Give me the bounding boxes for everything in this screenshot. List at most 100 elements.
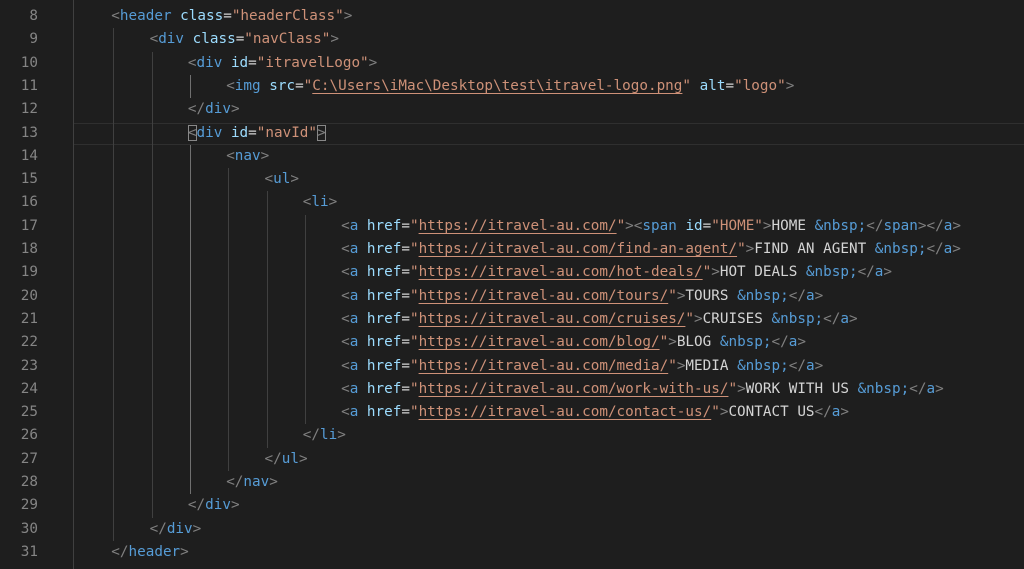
code-token: &nbsp; xyxy=(737,357,789,374)
code-line[interactable]: </li> xyxy=(303,424,346,447)
code-token: a xyxy=(840,310,849,327)
code-token: > xyxy=(737,380,746,397)
code-token: = xyxy=(401,404,410,421)
code-token: = xyxy=(401,287,410,304)
code-line[interactable]: <a href="https://itravel-au.com/tours/">… xyxy=(341,285,823,308)
code-token: " xyxy=(409,380,419,397)
code-token: li xyxy=(311,194,329,211)
code-token: = xyxy=(223,8,232,24)
code-token: </ xyxy=(926,241,944,257)
code-line[interactable]: </ul> xyxy=(265,448,308,471)
code-token: BLOG xyxy=(676,334,720,351)
code-token: " xyxy=(711,404,720,421)
code-token: = xyxy=(401,264,410,281)
code-token: > xyxy=(935,380,944,397)
link-token[interactable]: https://itravel-au.com/cruises/ xyxy=(419,311,686,327)
code-line[interactable]: <a href="https://itravel-au.com/contact-… xyxy=(341,401,849,424)
code-token: > xyxy=(814,357,824,374)
code-token: > xyxy=(180,543,189,560)
code-line[interactable]: <a href="https://itravel-au.com/find-an-… xyxy=(341,238,961,261)
link-token[interactable]: https://itravel-au.com/blog/ xyxy=(419,334,660,350)
code-token: li xyxy=(320,427,338,444)
code-line[interactable]: </div> xyxy=(188,494,240,517)
link-token[interactable]: https://itravel-au.com/work-with-us/ xyxy=(419,381,729,397)
code-line[interactable]: <a href="https://itravel-au.com/work-wit… xyxy=(341,378,944,401)
code-area[interactable]: <header class="headerClass"> <div class="… xyxy=(0,0,1024,569)
code-token: href xyxy=(366,264,402,281)
code-token: = xyxy=(725,77,735,94)
code-token: > xyxy=(290,171,299,188)
code-token: > xyxy=(762,217,772,234)
code-token: = xyxy=(248,124,257,141)
code-token: href xyxy=(366,241,402,257)
code-editor[interactable]: 8 9 10 11 12 13 14 15 16 17 18 19 20 21 22 23 24 25 26 27 28… xyxy=(0,0,1024,569)
code-line[interactable]: <li> xyxy=(303,191,337,214)
code-token: div xyxy=(166,520,193,537)
code-token: < xyxy=(341,287,350,304)
code-token: < xyxy=(187,54,197,71)
code-token: " xyxy=(737,241,746,257)
link-token[interactable]: https://itravel-au.com/contact-us/ xyxy=(419,404,712,420)
code-line[interactable]: </nav> xyxy=(226,471,278,494)
code-token: a xyxy=(943,241,953,257)
code-token: "headerClass" xyxy=(231,8,344,24)
code-token: > xyxy=(317,124,326,141)
code-token: ></ xyxy=(917,217,944,234)
code-token: > xyxy=(328,194,338,211)
code-token: < xyxy=(341,217,350,234)
code-line[interactable]: <header class="headerClass"> xyxy=(111,5,352,28)
code-token: "itravelLogo" xyxy=(256,54,369,71)
code-line[interactable]: <a href="https://itravel-au.com/cruises/… xyxy=(341,308,858,331)
code-token: < xyxy=(341,380,350,397)
code-line[interactable]: <img src="C:\Users\iMac\Desktop\test\itr… xyxy=(226,75,794,98)
code-token: "logo" xyxy=(734,77,786,94)
code-token: </ xyxy=(187,497,206,514)
code-line[interactable]: <div id="itravelLogo"> xyxy=(188,52,377,75)
code-line[interactable]: <ul> xyxy=(265,168,299,191)
code-token: div xyxy=(205,497,231,514)
code-token: a xyxy=(926,380,936,397)
code-token: > xyxy=(694,310,703,327)
code-token: < xyxy=(187,124,197,141)
code-line[interactable]: <a href="https://itravel-au.com/media/">… xyxy=(341,355,823,378)
code-token: " xyxy=(409,241,419,257)
code-token: href xyxy=(366,217,402,234)
code-line[interactable]: <div id="navId"> xyxy=(187,122,326,145)
link-token[interactable]: C:\Users\iMac\Desktop\test\itravel-logo.… xyxy=(312,78,682,94)
code-token: > xyxy=(840,404,849,421)
code-line[interactable]: <a href="https://itravel-au.com/"><span … xyxy=(341,215,961,238)
code-token: = xyxy=(702,217,712,234)
code-token: </ xyxy=(814,404,832,421)
code-token: >< xyxy=(625,217,643,234)
code-token: " xyxy=(616,217,626,234)
code-line[interactable]: <a href="https://itravel-au.com/hot-deal… xyxy=(341,261,892,284)
code-token: div xyxy=(196,54,223,71)
code-token: < xyxy=(341,310,350,327)
code-line[interactable]: <a href="https://itravel-au.com/blog/">B… xyxy=(341,331,806,354)
code-line[interactable]: </div> xyxy=(150,518,202,541)
indent-guide xyxy=(266,191,268,448)
code-token: > xyxy=(330,31,339,48)
code-token: = xyxy=(401,380,410,397)
link-token[interactable]: https://itravel-au.com/tours/ xyxy=(419,288,669,304)
code-line[interactable]: </div> xyxy=(188,98,240,121)
link-token[interactable]: https://itravel-au.com/media/ xyxy=(419,358,669,374)
link-token[interactable]: https://itravel-au.com/ xyxy=(419,218,617,234)
code-line[interactable]: <div class="navClass"> xyxy=(150,28,339,51)
code-token: "navClass" xyxy=(244,31,331,48)
code-line[interactable]: <nav> xyxy=(226,145,269,168)
code-token: id xyxy=(230,124,249,141)
code-token: href xyxy=(366,310,402,327)
code-token: > xyxy=(668,334,677,351)
code-line[interactable]: </header> xyxy=(111,541,188,564)
code-token: > xyxy=(797,334,806,351)
link-token[interactable]: https://itravel-au.com/find-an-agent/ xyxy=(419,241,737,257)
code-token: " xyxy=(409,217,419,234)
code-token: < xyxy=(341,404,350,421)
code-token: href xyxy=(366,334,402,351)
link-token[interactable]: https://itravel-au.com/hot-deals/ xyxy=(419,264,703,280)
code-token: < xyxy=(226,147,235,164)
